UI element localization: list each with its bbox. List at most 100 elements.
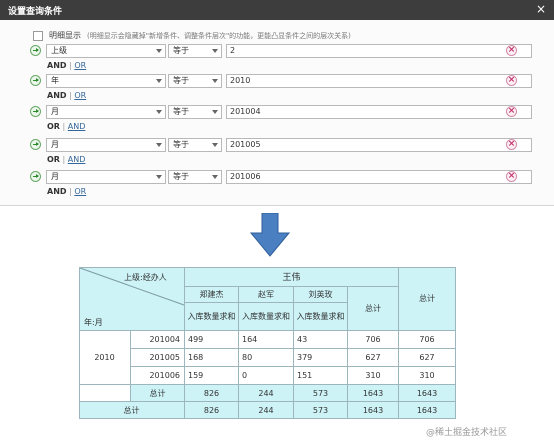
year-total-cell: 244 [239,385,294,402]
chevron-down-icon [212,175,218,179]
value-input[interactable]: 201005 [226,138,532,152]
value-input[interactable]: 2010 [226,74,532,88]
year-total-cell: 1643 [399,385,456,402]
logic-switch: OR | AND [47,122,85,131]
field-select-value: 月 [51,107,59,116]
add-condition-icon[interactable] [30,45,41,56]
year-total-cell: 826 [185,385,239,402]
add-condition-icon[interactable] [30,139,41,150]
field-select-value: 上级 [51,46,67,55]
operator-select-value: 等于 [173,76,189,85]
table-cell: 310 [348,367,399,385]
value-input-text: 201004 [230,107,261,116]
subtotal-col-header: 总计 [348,287,399,331]
year-total-cell: 1643 [348,385,399,402]
delete-condition-icon[interactable]: × [506,139,517,150]
field-select-value: 年 [51,76,59,85]
detail-display-note: (明细显示会隐藏掉"新增条件、调整条件层次"的功能，更能凸显条件之间的层次关系) [87,31,351,40]
field-select[interactable]: 月 [46,170,166,184]
value-input[interactable]: 201004 [226,105,532,119]
logic-active[interactable]: AND [47,61,67,70]
field-select[interactable]: 月 [46,105,166,119]
operator-select-value: 等于 [173,107,189,116]
table-cell: 627 [399,349,456,367]
delete-condition-icon[interactable]: × [506,171,517,182]
blank-cell [79,385,131,402]
table-cell: 43 [294,331,348,349]
operator-select[interactable]: 等于 [168,74,222,88]
logic-active[interactable]: OR [47,155,60,164]
corner-row-label: 年:月 [84,318,103,327]
grand-total-cell: 244 [239,402,294,419]
delete-condition-icon[interactable]: × [506,75,517,86]
add-condition-icon[interactable] [30,75,41,86]
logic-alternate-link[interactable]: OR [74,187,86,196]
operator-select[interactable]: 等于 [168,170,222,184]
watermark: @稀土掘金技术社区 [426,428,508,438]
add-condition-icon[interactable] [30,106,41,117]
logic-alternate-link[interactable]: AND [68,122,86,131]
detail-display-checkbox[interactable] [33,30,43,41]
operator-select[interactable]: 等于 [168,138,222,152]
value-input-text: 2 [230,46,236,55]
table-cell: 706 [399,331,456,349]
table-cell: 379 [294,349,348,367]
logic-alternate-link[interactable]: OR [74,91,86,100]
close-icon[interactable]: × [536,2,546,16]
logic-switch: OR | AND [47,155,85,164]
logic-switch: AND | OR [47,187,86,196]
logic-active[interactable]: AND [47,187,67,196]
logic-alternate-link[interactable]: OR [74,61,86,70]
field-select-value: 月 [51,172,59,181]
grand-total-cell: 826 [185,402,239,419]
condition-row: 月 等于 201005 × [30,138,532,153]
condition-row: 上级 等于 2 × [30,44,532,59]
operator-select-value: 等于 [173,172,189,181]
condition-row: 月 等于 201006 × [30,170,532,185]
chevron-down-icon [212,143,218,147]
month-label: 201004 [131,331,185,349]
table-cell: 499 [185,331,239,349]
measure-header: 入库数量求和 [239,303,294,331]
pivot-table: 上级:经办人 年:月 王伟 总计 郑建杰 赵军 刘英玫 总计 入库数量求和 入库… [79,267,456,419]
logic-alternate-link[interactable]: AND [68,155,86,164]
table-cell: 0 [239,367,294,385]
condition-row: 月 等于 201004 × [30,105,532,120]
field-select[interactable]: 年 [46,74,166,88]
value-input[interactable]: 201006 [226,170,532,184]
person-header: 刘英玫 [294,287,348,303]
value-input-text: 201005 [230,140,261,149]
query-conditions-dialog: 设置查询条件 × 明细显示 (明细显示会隐藏掉"新增条件、调整条件层次"的功能，… [0,0,554,206]
logic-active[interactable]: AND [47,91,67,100]
add-condition-icon[interactable] [30,171,41,182]
chevron-down-icon [156,175,162,179]
operator-select-value: 等于 [173,46,189,55]
detail-display-label: 明细显示 [49,31,81,40]
field-select[interactable]: 月 [46,138,166,152]
field-select-value: 月 [51,140,59,149]
delete-condition-icon[interactable]: × [506,106,517,117]
grand-total-label: 总计 [79,402,185,419]
year-label: 2010 [79,331,131,385]
condition-row: 年 等于 2010 × [30,74,532,89]
chevron-down-icon [156,49,162,53]
table-cell: 168 [185,349,239,367]
group-header: 王伟 [185,267,399,287]
table-cell: 80 [239,349,294,367]
delete-condition-icon[interactable]: × [506,45,517,56]
table-cell: 706 [348,331,399,349]
table-cell: 164 [239,331,294,349]
operator-select-value: 等于 [173,140,189,149]
month-label: 201006 [131,367,185,385]
logic-active[interactable]: OR [47,122,60,131]
table-cell: 627 [348,349,399,367]
operator-select[interactable]: 等于 [168,44,222,58]
logic-separator: | [59,155,68,164]
value-input[interactable]: 2 [226,44,532,58]
table-cell: 310 [399,367,456,385]
field-select[interactable]: 上级 [46,44,166,58]
chevron-down-icon [212,79,218,83]
corner-column-label: 上级:经办人 [124,273,167,282]
operator-select[interactable]: 等于 [168,105,222,119]
grand-total-cell: 1643 [399,402,456,419]
